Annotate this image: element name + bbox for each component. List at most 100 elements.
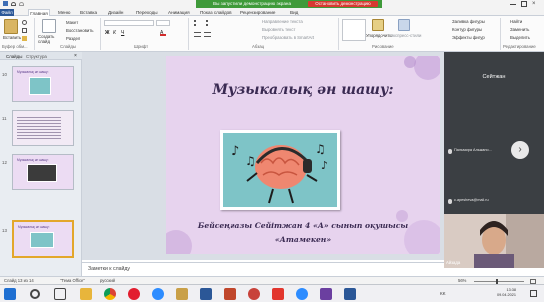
word-icon[interactable] [200,288,212,300]
reset-button[interactable]: Восстановить [66,28,94,33]
slide-subtitle-line[interactable]: «Атамекен» [166,235,440,244]
tab-transitions[interactable]: Переходы [136,9,158,16]
divider [188,18,189,50]
bold-icon[interactable]: Ж [105,30,110,36]
start-menu-icon[interactable] [4,288,16,300]
window-controls: × [510,1,542,7]
save-icon[interactable] [3,1,8,6]
tab-menu[interactable]: Меню [58,9,70,16]
skype-icon[interactable] [152,288,164,300]
tab-home[interactable]: Главная [28,9,50,16]
shape-outline-button[interactable]: Контур фигуры [452,27,482,32]
arrange-button[interactable] [372,19,384,31]
slide-thumbnail[interactable]: Музыкалық ән шашу: [12,154,74,190]
undo-icon[interactable] [11,2,16,6]
yandex-icon[interactable] [272,288,284,300]
italic-icon[interactable]: К [113,30,116,36]
close-pane-icon[interactable]: × [74,53,77,59]
replace-button[interactable]: Заменить [510,27,529,32]
zoom-app-icon[interactable] [296,288,308,300]
convert-smartart-button[interactable]: Преобразовать в SmartArt [262,35,314,40]
video-editor-icon[interactable] [320,288,332,300]
slide-subtitle-line[interactable]: Бейсеңғазы Сейітжан 4 «А» сынып оқушысы [166,221,440,230]
copy-icon[interactable] [22,28,27,33]
keyboard-language[interactable]: KK [440,291,446,296]
slides-group-label: Слайды [60,44,76,49]
notes-pane[interactable]: Заметки к слайду [82,262,444,276]
align-text-button[interactable]: Выровнять текст [262,27,295,32]
new-slide-button[interactable] [42,19,56,33]
zoom-slider[interactable] [474,281,524,282]
tab-outline[interactable]: Структура [26,53,47,60]
thumbnail-title: Музыкалық ән шашу: [17,158,49,162]
clock-time: 13:38 [506,288,516,292]
quick-access-toolbar[interactable] [3,1,43,7]
editing-group-label: Редактирование [503,44,536,49]
font-color-icon[interactable]: A [160,30,166,36]
screen-share-banner: Вы запустили демонстрацию экрана Останов… [196,0,382,8]
record-icon[interactable] [248,288,260,300]
font-name-dropdown[interactable] [104,20,154,26]
tab-animation[interactable]: Анимация [168,9,190,16]
participant-row[interactable]: Пальмира Альжано... [448,148,518,156]
numbering-icon[interactable] [206,20,214,26]
tab-design[interactable]: Дизайн [108,9,123,16]
thumbnail-title: Музыкалық ән шашу: [18,225,50,229]
chrome-icon[interactable] [104,288,116,300]
next-participants-button[interactable]: › [511,141,529,159]
brain-headphones-illustration: ♪ ♫ ♫ ♪ [231,142,328,204]
minimize-icon[interactable] [510,4,516,5]
redo-icon[interactable] [19,2,24,6]
stop-sharing-button[interactable]: Остановить демонстрацию [308,1,378,7]
text-direction-button[interactable]: Направление текста [262,19,303,24]
task-view-icon[interactable] [54,288,66,300]
maximize-icon[interactable] [521,1,527,7]
font-size-dropdown[interactable] [156,20,170,26]
bullets-icon[interactable] [194,20,202,26]
select-button[interactable]: Выделить [510,35,530,40]
find-button[interactable]: Найти [510,19,522,24]
tab-slideshow[interactable]: Показ слайдов [200,9,232,16]
shape-fill-button[interactable]: Заливка фигуры [452,19,485,24]
quick-styles-button[interactable] [398,19,410,31]
search-icon[interactable] [30,289,40,299]
tab-view[interactable]: Вид [290,9,298,16]
svg-text:♪: ♪ [231,144,239,159]
paste-button[interactable] [4,19,18,34]
align-left-icon[interactable] [194,32,201,37]
notifications-icon[interactable] [530,290,537,297]
thumbnail-text-lines [17,115,61,141]
participant-row[interactable]: c.apesheva@mail.ru [448,198,518,206]
powerpoint-icon[interactable] [224,288,236,300]
format-painter-icon[interactable] [22,36,27,41]
thumbnail-picture [27,164,57,182]
tab-review[interactable]: Рецензирование [240,9,275,16]
underline-icon[interactable]: Ч [121,30,124,36]
slide-canvas[interactable]: Музыкалық ән шашу: ♪ ♫ ♫ ♪ Бейсеңғазы Се… [166,56,440,254]
slide-thumbnail[interactable]: Музыкалық ән шашу: [12,66,74,102]
ribbon-tabs: Файл Главная Меню Вставка Дизайн Переход… [0,8,544,16]
tab-insert[interactable]: Вставка [80,9,97,16]
slide-thumbnail[interactable] [12,110,74,146]
align-center-icon[interactable] [204,32,211,37]
layout-button[interactable]: Макет [66,20,78,25]
word-icon[interactable] [344,288,356,300]
file-explorer-icon[interactable] [80,288,92,300]
divider [100,18,101,50]
svg-text:♫: ♫ [315,142,326,156]
cut-icon[interactable] [22,20,27,25]
opera-icon[interactable] [128,288,140,300]
clock[interactable]: 13:38 09.04.2021 [476,288,516,298]
shapes-gallery[interactable] [342,19,366,41]
mic-muted-icon [448,149,452,154]
shape-effects-button[interactable]: Эффекты фигур [452,35,485,40]
tab-slides[interactable]: Слайды [6,53,22,60]
slides-panel: Слайды Структура × 10 Музыкалық ән шашу:… [0,52,82,280]
close-icon[interactable]: × [532,1,540,7]
file-manager-icon[interactable] [176,288,188,300]
tab-file[interactable]: Файл [0,9,14,16]
section-button[interactable]: Раздел [66,36,80,41]
slide-title[interactable]: Музыкалық ән шашу: [166,82,440,98]
slide-thumbnail-selected[interactable]: Музыкалық ән шашу: [12,220,74,258]
brain-music-picture[interactable]: ♪ ♫ ♫ ♪ [220,130,340,210]
